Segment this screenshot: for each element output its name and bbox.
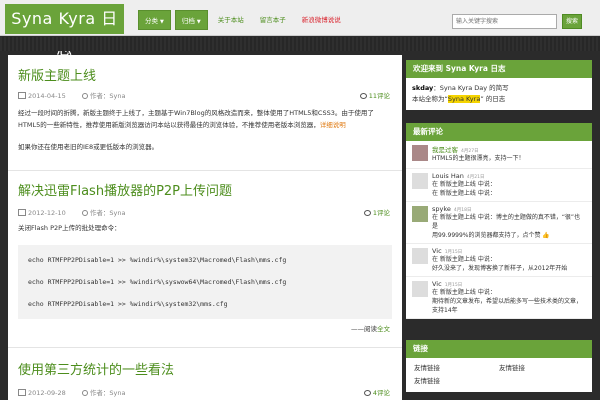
divider [8, 170, 402, 171]
welcome-text: skday：Syna Kyra Day 的简写 本站全称为“Syna Kyra”… [406, 78, 592, 110]
panel-title: 最新评论 [406, 123, 592, 141]
nav-item-archive[interactable]: 归档 ▼ [174, 10, 208, 30]
comment-author[interactable]: Vic [432, 247, 442, 255]
post-author[interactable]: 作者：Syna [90, 209, 126, 217]
comment-text: 在 新版主题上线 中说： [432, 256, 496, 263]
nav-label: 分类 [145, 17, 158, 25]
comment-author[interactable]: spyke [432, 205, 451, 213]
post-title[interactable]: 新版主题上线 [18, 65, 96, 84]
details-link[interactable]: 详细说明 [320, 121, 346, 129]
code-line: echo RTMFPP2PDisable=1 >> %windir%\syste… [28, 256, 287, 264]
search-button[interactable]: 搜索 [562, 14, 582, 29]
calendar-icon [18, 389, 26, 396]
read-more-link[interactable]: 全文 [377, 325, 390, 333]
post-list: 新版主题上线 2014-04-15 作者：Syna 11评论 经过一段时间的折腾… [8, 55, 402, 400]
comment-text: HTML5的主题很漂亮，支持一下！ [432, 155, 525, 162]
comment-count-label: 11评论 [368, 92, 390, 100]
post-excerpt: 经过一段时间的折腾，新版主题终于上线了，主题基于Win7Blog的风格改造而来，… [18, 107, 390, 131]
list-item[interactable]: Vic 1月15日 在 新版主题上线 中说： 好久没来了，发现博客换了新样子，从2… [406, 244, 592, 277]
post-date: 2012-12-10 [28, 209, 66, 217]
comment-icon [359, 93, 367, 99]
divider [8, 347, 402, 348]
calendar-icon [18, 92, 26, 99]
post-intro: 关闭Flash P2P上传的批处理命令： [18, 224, 121, 232]
comment-author[interactable]: Louis Han [432, 172, 464, 180]
link-item[interactable]: 友情链接 [414, 375, 499, 388]
search-input[interactable] [452, 14, 557, 29]
link-item[interactable]: 友情链接 [414, 362, 499, 375]
post-date: 2012-09-28 [28, 389, 66, 397]
avatar [412, 248, 428, 264]
code-line: echo RTMFPP2PDisable=1 >> %windir%\syswo… [28, 278, 287, 286]
welcome-panel: 欢迎来到 Syna Kyra 日志 skday：Syna Kyra Day 的简… [406, 60, 592, 110]
nav-item-about[interactable]: 关于本站 [212, 10, 250, 30]
links-list: 友情链接 友情链接 友情链接 [406, 358, 592, 392]
post-meta: 2014-04-15 作者：Syna [18, 90, 125, 100]
site-brand[interactable]: Syna Kyra 日志 [5, 4, 124, 58]
comment-count[interactable]: 1评论 [363, 207, 390, 217]
nav-label: 归档 [181, 17, 195, 25]
comment-text: 在 新版主题上线 中说：博主的主题做的真不错，“很”也是 [432, 214, 581, 230]
header-stripe [0, 37, 600, 51]
panel-title: 链接 [406, 340, 592, 358]
post-meta: 2012-12-10 作者：Syna [18, 207, 125, 217]
read-more[interactable]: ——阅读全文 [351, 323, 390, 333]
top-navbar: Syna Kyra 日志 分类▼ 归档▼ 关于本站 留言本子 新浪微博说说 搜索 [0, 0, 600, 58]
comment-count[interactable]: 4评论 [363, 387, 390, 397]
post-date: 2014-04-15 [28, 92, 66, 100]
user-icon [81, 93, 88, 99]
comment-text: 在 新版主题上线 中说： [432, 181, 496, 188]
links-panel: 链接 友情链接 友情链接 友情链接 [406, 340, 592, 392]
calendar-icon [18, 209, 26, 216]
post-title[interactable]: 使用第三方统计的一些看法 [18, 359, 174, 378]
comment-count-label: 4评论 [372, 389, 390, 397]
post-author[interactable]: 作者：Syna [90, 389, 126, 397]
post-author[interactable]: 作者：Syna [90, 92, 126, 100]
chevron-down-icon: ▼ [160, 19, 164, 25]
comment-author[interactable]: 我是过客 [432, 146, 458, 154]
post-title[interactable]: 解决迅雷Flash播放器的P2P上传问题 [18, 180, 232, 199]
panel-title: 欢迎来到 Syna Kyra 日志 [406, 60, 592, 78]
main-nav: 分类 ▼ 归档 ▼ 关于本站 留言本子 新浪微博说说 [138, 10, 351, 30]
chevron-down-icon: ▼ [196, 19, 201, 25]
list-item[interactable]: Vic 1月15日 在 新版主题上线 中说： 期待新的文章发布，希望以后能多写一些… [406, 277, 592, 319]
welcome-line2-suffix: ” 的日志 [480, 95, 506, 103]
list-item[interactable]: Louis Han 4月21日 在 新版主题上线 中说： 在 新版主题上线 中说： [406, 169, 592, 202]
code-line: echo RTMFPP2PDisable=1 >> %windir%\syste… [28, 300, 228, 308]
comment-count[interactable]: 11评论 [359, 90, 390, 100]
welcome-abbr: skday [412, 84, 434, 92]
user-icon [81, 390, 88, 396]
post-excerpt-2: 如果你还在使用老旧的IE8或更低版本的浏览器。 [18, 143, 159, 151]
nav-item-category[interactable]: 分类 ▼ [138, 10, 171, 30]
comment-text: 在 新版主题上线 中说： [432, 289, 496, 296]
comment-icon [363, 210, 371, 216]
welcome-highlight: Syna Kyra [447, 95, 481, 103]
avatar [412, 206, 428, 222]
nav-item-weibo[interactable]: 新浪微博说说 [296, 10, 347, 30]
recent-comments-panel: 最新评论 我是过客 4月27日 HTML5的主题很漂亮，支持一下！ Louis H… [406, 123, 592, 319]
comment-text: 在 新版主题上线 中说： [432, 190, 496, 197]
read-more-prefix: ——阅读 [351, 325, 377, 333]
welcome-line1: ：Syna Kyra Day 的简写 [433, 84, 509, 92]
comment-text: 好久没来了，发现博客换了新样子，从2012年开始 [432, 265, 568, 272]
sidebar: 欢迎来到 Syna Kyra 日志 skday：Syna Kyra Day 的简… [406, 55, 592, 400]
user-icon [81, 210, 88, 216]
welcome-line2-prefix: 本站全称为“ [412, 95, 448, 103]
avatar [412, 145, 428, 161]
comment-count-label: 1评论 [372, 209, 390, 217]
list-item[interactable]: 我是过客 4月27日 HTML5的主题很漂亮，支持一下！ [406, 141, 592, 169]
comment-text: 用99.9999%的浏览器都支持了，点个赞 👍 [432, 232, 550, 239]
post-meta: 2012-09-28 作者：Syna [18, 387, 125, 397]
code-block: echo RTMFPP2PDisable=1 >> %windir%\syste… [18, 245, 392, 319]
comment-text: 期待新的文章发布，希望以后能多写一些技术类的文章，支持14年 [432, 298, 583, 314]
comment-icon [363, 390, 371, 396]
link-item[interactable]: 友情链接 [499, 362, 584, 375]
avatar [412, 173, 428, 189]
comment-author[interactable]: Vic [432, 280, 442, 288]
avatar [412, 281, 428, 297]
nav-item-guestbook[interactable]: 留言本子 [254, 10, 292, 30]
list-item[interactable]: spyke 4月18日 在 新版主题上线 中说：博主的主题做的真不错，“很”也是 … [406, 202, 592, 244]
